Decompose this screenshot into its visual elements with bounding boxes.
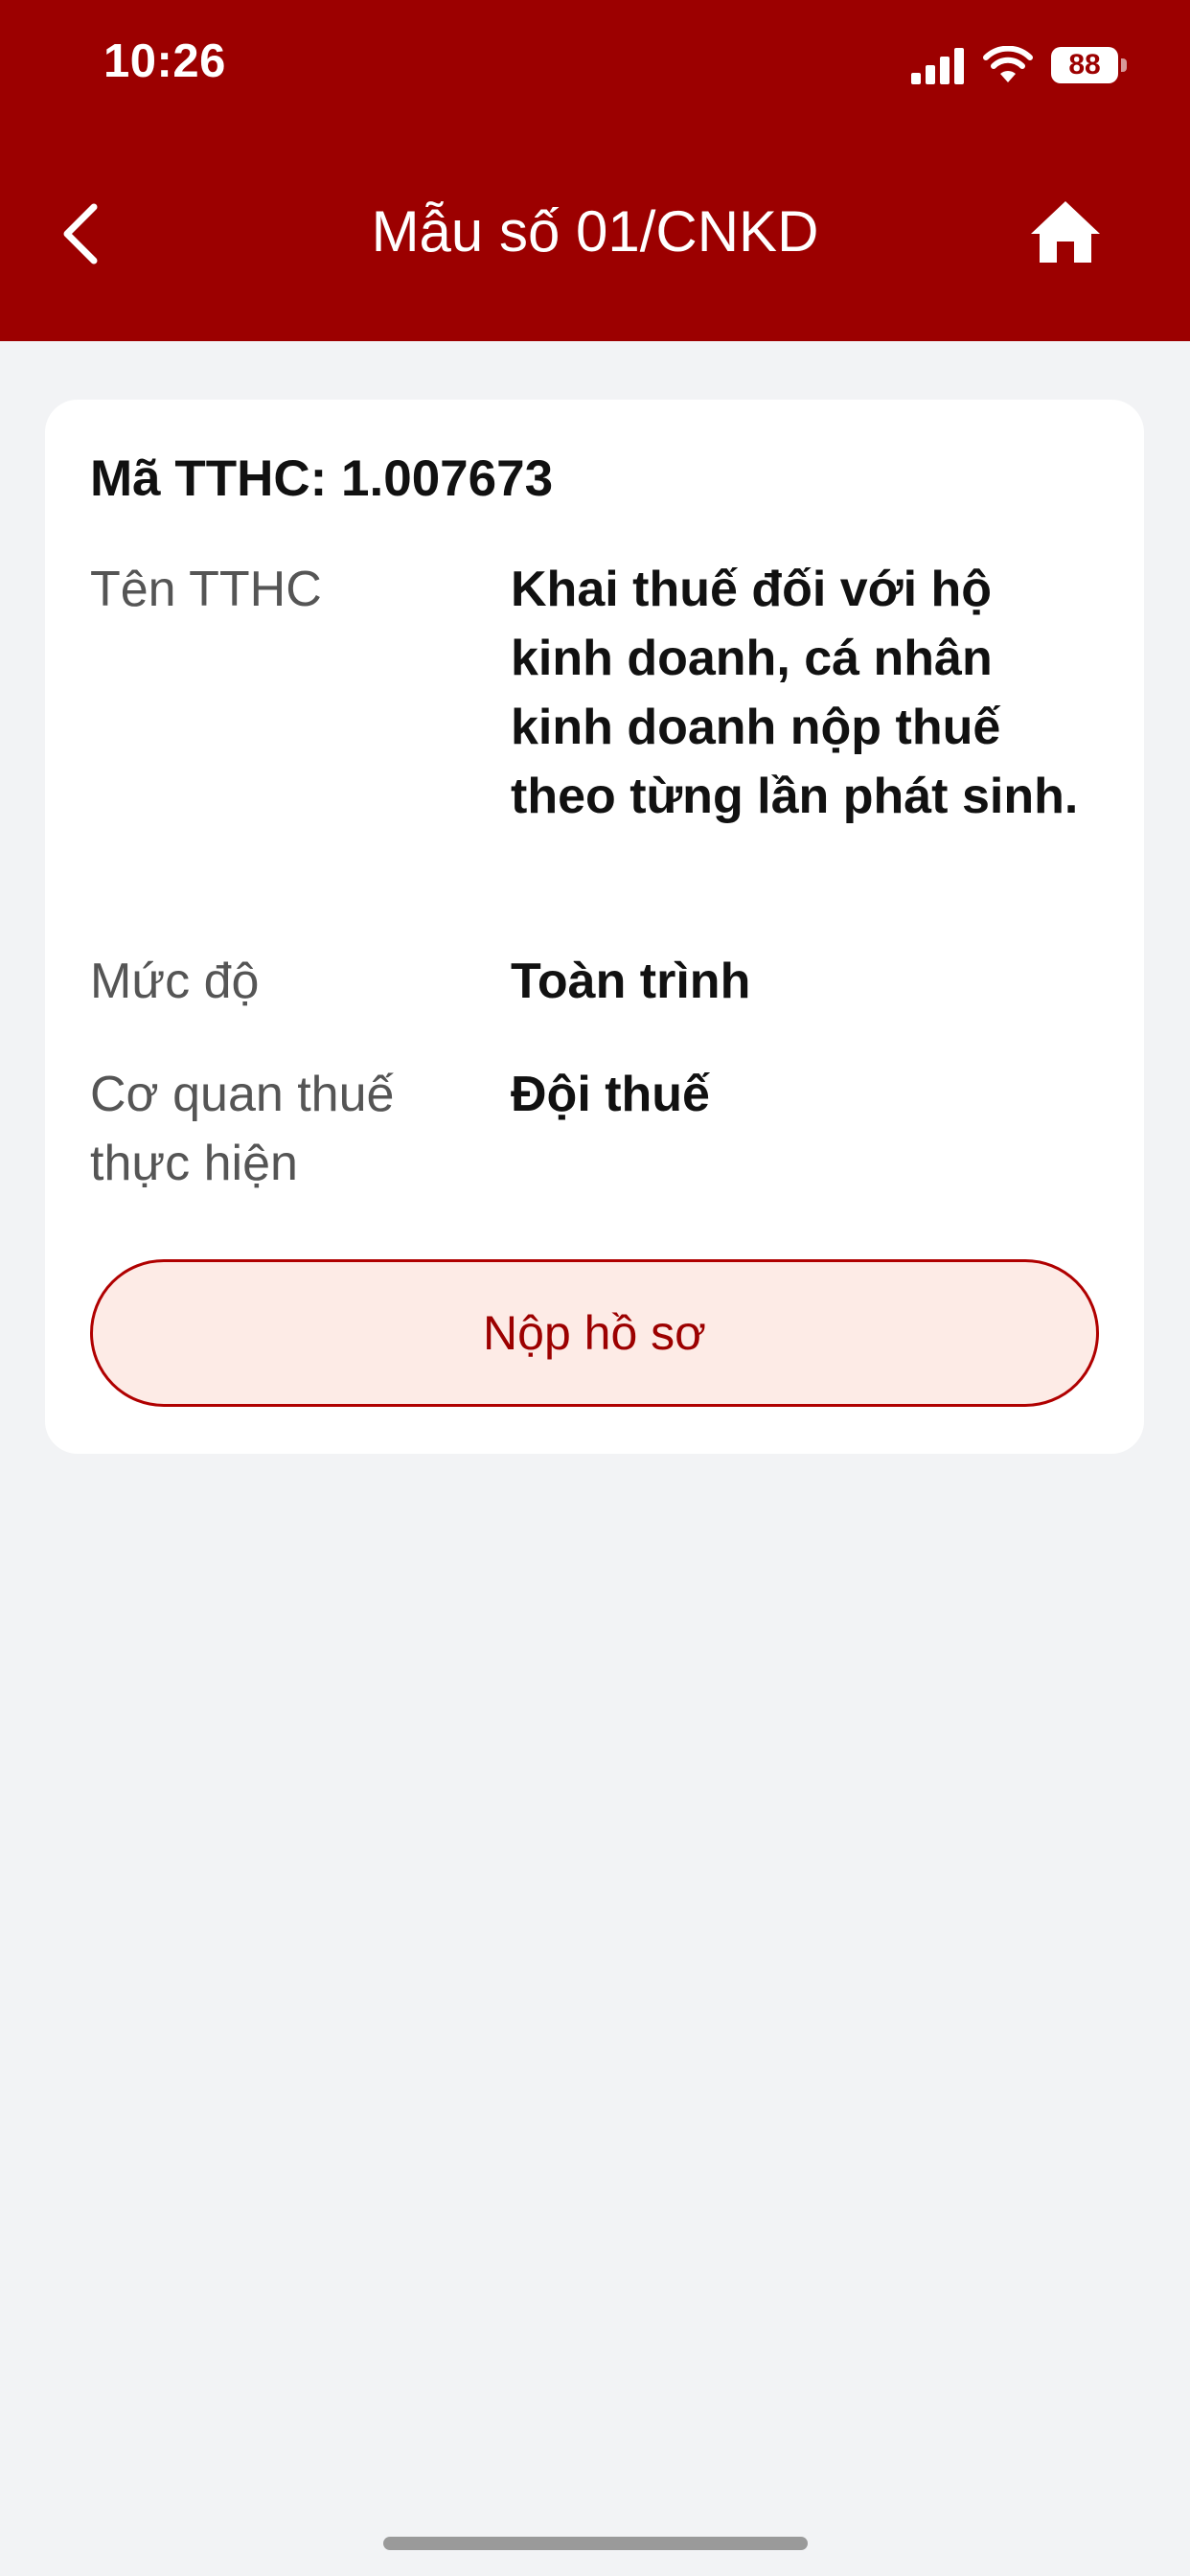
home-button[interactable] bbox=[1027, 197, 1104, 266]
submit-dossier-button[interactable]: Nộp hồ sơ bbox=[90, 1259, 1099, 1407]
signal-icon bbox=[911, 48, 964, 84]
procedure-card: Mã TTHC: 1.007673 Tên TTHC Khai thuế đối… bbox=[45, 400, 1144, 1454]
wifi-icon bbox=[983, 46, 1033, 82]
tax-office-label: Cơ quan thuế thực hiện bbox=[90, 1067, 395, 1191]
status-time: 10:26 bbox=[103, 35, 226, 87]
status-icons: 88 bbox=[911, 42, 1127, 88]
tax-office-value: Đội thuế bbox=[511, 1067, 710, 1122]
battery-level: 88 bbox=[1068, 49, 1101, 80]
procedure-name-label: Tên TTHC bbox=[90, 562, 322, 617]
app-header: 10:26 88 Mẫu số 01/CNKD bbox=[0, 0, 1190, 341]
level-label: Mức độ bbox=[90, 954, 260, 1009]
home-indicator[interactable] bbox=[383, 2537, 808, 2550]
battery-cap bbox=[1121, 58, 1127, 72]
level-value: Toàn trình bbox=[511, 954, 751, 1009]
procedure-code: Mã TTHC: 1.007673 bbox=[90, 450, 554, 507]
battery-icon: 88 bbox=[1051, 47, 1118, 83]
home-icon bbox=[1031, 201, 1100, 263]
procedure-name-value: Khai thuế đối với hộ kinh doanh, cá nhân… bbox=[511, 562, 1079, 824]
page-title: Mẫu số 01/CNKD bbox=[371, 199, 819, 264]
